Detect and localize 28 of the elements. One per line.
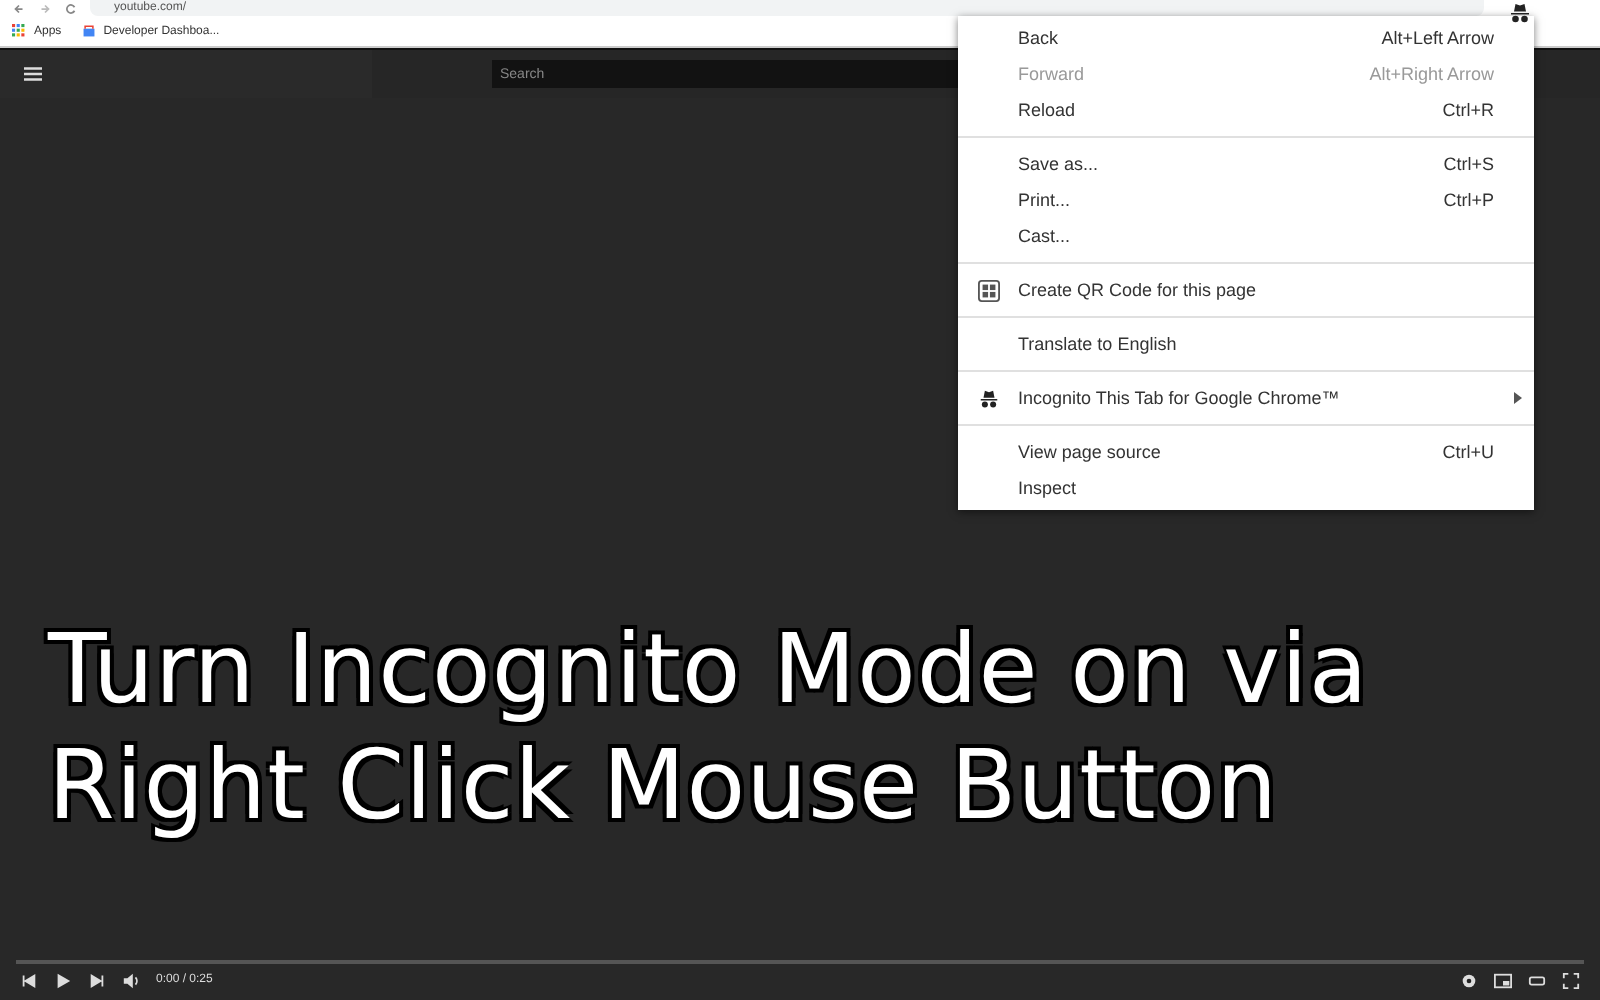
volume-icon[interactable] bbox=[122, 971, 140, 989]
incognito-icon[interactable] bbox=[1508, 1, 1532, 23]
back-arrow-icon[interactable] bbox=[12, 1, 26, 15]
menu-icon[interactable] bbox=[24, 66, 42, 82]
previous-icon[interactable] bbox=[20, 971, 38, 989]
video-title-text: Turn Incognito Mode on via bbox=[48, 612, 1369, 728]
menu-item[interactable]: Incognito This Tab for Google Chrome™ bbox=[958, 380, 1534, 416]
video-title-text: Right Click Mouse Button bbox=[48, 728, 1279, 844]
menu-item[interactable]: Print... Ctrl+P bbox=[958, 182, 1534, 218]
miniplayer-icon[interactable] bbox=[1494, 971, 1512, 989]
menu-item[interactable]: Create QR Code for this page bbox=[958, 272, 1534, 308]
menu-item[interactable]: Reload Ctrl+R bbox=[958, 92, 1534, 128]
next-icon[interactable] bbox=[88, 971, 106, 989]
qr-code-icon bbox=[977, 279, 999, 301]
apps-grid-icon bbox=[12, 24, 26, 38]
theater-mode-icon[interactable] bbox=[1528, 971, 1546, 989]
reload-icon[interactable] bbox=[64, 1, 78, 15]
store-icon bbox=[81, 24, 96, 38]
play-icon[interactable] bbox=[54, 971, 72, 989]
fullscreen-icon[interactable] bbox=[1562, 971, 1580, 989]
menu-item[interactable]: Cast... bbox=[958, 218, 1534, 254]
incognito-icon bbox=[977, 387, 999, 409]
menu-item[interactable]: View page source Ctrl+U bbox=[958, 434, 1534, 470]
menu-item[interactable]: Inspect bbox=[958, 470, 1534, 506]
menu-item[interactable]: Back Alt+Left Arrow bbox=[958, 20, 1534, 56]
settings-icon[interactable] bbox=[1460, 971, 1478, 989]
menu-item[interactable]: Save as... Ctrl+S bbox=[958, 146, 1534, 182]
menu-item[interactable]: Translate to English bbox=[958, 326, 1534, 362]
